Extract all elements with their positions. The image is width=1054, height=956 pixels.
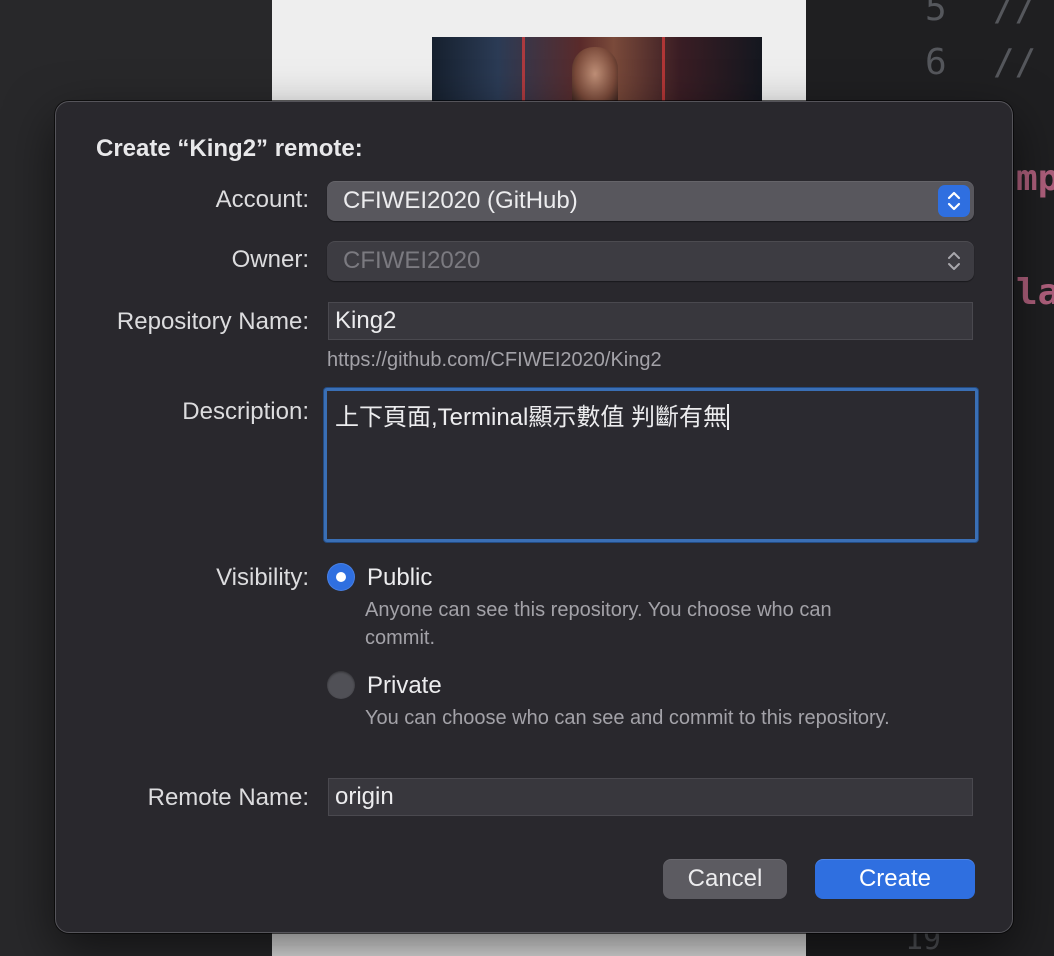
description-textarea[interactable]: 上下頁面,Terminal顯示數值 判斷有無 <box>324 388 978 542</box>
private-radio[interactable] <box>327 671 355 699</box>
up-down-chevron-icon <box>938 185 970 217</box>
line-number: 6 <box>925 42 947 83</box>
line-number: 5 <box>925 0 947 29</box>
public-radio[interactable] <box>327 563 355 591</box>
repository-name-field[interactable]: King2 <box>328 302 973 340</box>
code-comment: // <box>993 0 1037 29</box>
description-text: 上下頁面,Terminal顯示數值 判斷有無 <box>335 404 728 431</box>
create-remote-dialog: Create “King2” remote: Account: CFIWEI20… <box>55 101 1013 933</box>
remote-name-field[interactable]: origin <box>328 778 973 816</box>
dialog-title: Create “King2” remote: <box>96 135 363 162</box>
owner-label: Owner: <box>231 246 309 273</box>
up-down-chevron-icon <box>938 245 970 277</box>
private-radio-label[interactable]: Private <box>367 672 442 700</box>
owner-value: CFIWEI2020 <box>343 247 481 274</box>
movie-poster-image <box>432 37 762 107</box>
public-radio-label[interactable]: Public <box>367 564 432 592</box>
repository-name-label: Repository Name: <box>116 308 309 335</box>
create-button[interactable]: Create <box>815 859 975 899</box>
text-caret <box>727 404 730 430</box>
account-value: CFIWEI2020 (GitHub) <box>343 187 578 214</box>
repository-url: https://github.com/CFIWEI2020/King2 <box>327 349 662 371</box>
description-label: Description: <box>182 398 309 425</box>
account-label: Account: <box>215 186 309 213</box>
visibility-label: Visibility: <box>216 564 309 591</box>
code-comment: // <box>993 42 1037 83</box>
code-keyword: la <box>1016 272 1054 313</box>
private-help-text: You can choose who can see and commit to… <box>365 707 890 729</box>
public-help-text: Anyone can see this repository. You choo… <box>365 599 832 649</box>
code-keyword: mp <box>1016 158 1054 199</box>
owner-popup[interactable]: CFIWEI2020 <box>327 241 974 281</box>
cancel-button[interactable]: Cancel <box>663 859 787 899</box>
remote-name-label: Remote Name: <box>147 784 309 811</box>
account-popup[interactable]: CFIWEI2020 (GitHub) <box>327 181 974 221</box>
